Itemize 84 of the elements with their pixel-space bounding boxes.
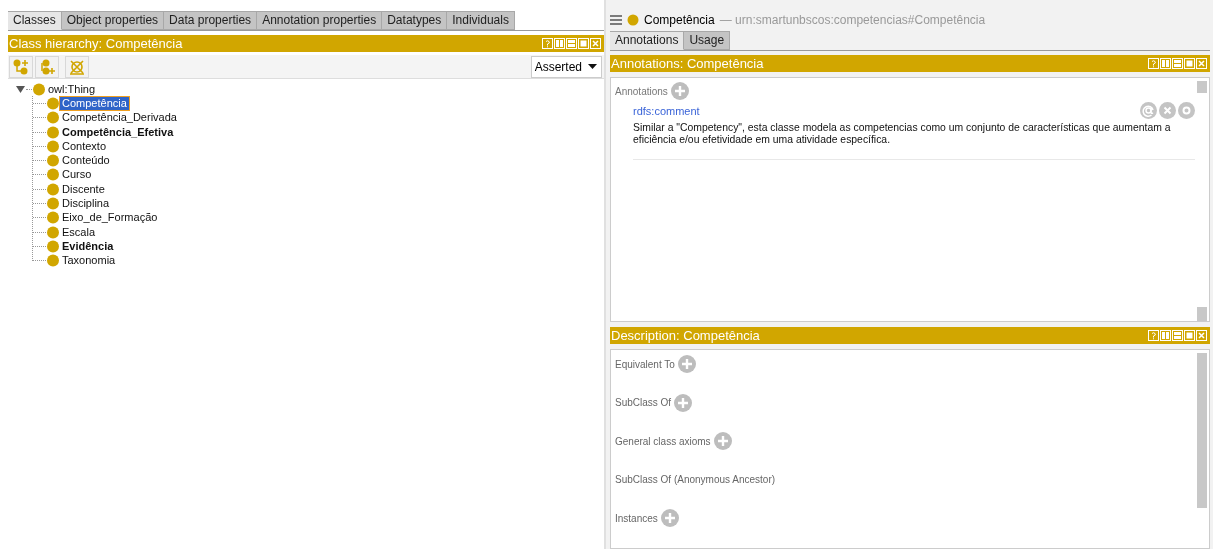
tree-item[interactable]: Taxonomia	[60, 254, 118, 268]
class-icon	[46, 197, 60, 210]
tab[interactable]: Object properties	[61, 11, 165, 30]
close-icon[interactable]	[1196, 58, 1207, 69]
tree-item[interactable]: Contexto	[60, 139, 109, 153]
split-vertical-icon[interactable]	[1160, 58, 1171, 69]
hierarchy-mode-dropdown[interactable]: Asserted	[530, 55, 602, 78]
tree-item[interactable]: Disciplina	[60, 197, 112, 210]
class-icon	[627, 14, 639, 26]
class-icon	[46, 111, 60, 125]
add-sibling-button[interactable]	[35, 55, 59, 78]
scrollbar-thumb[interactable]	[1197, 81, 1207, 93]
annotation-text: Similar a "Competency", esta classe modela as competencias como um conjunto de características que aumentam a eficiência e/ou efetividade em uma atividade específica.	[633, 122, 1172, 146]
help-icon[interactable]	[1148, 330, 1159, 341]
help-icon[interactable]	[1148, 58, 1159, 69]
split-vertical-icon[interactable]	[554, 38, 565, 49]
tree-item[interactable]: Eixo_de_Formação	[60, 211, 160, 225]
entity-iri: — urn:smartunbscos:competencias#Competência	[719, 13, 986, 27]
section-label: Equivalent To	[615, 358, 675, 370]
section-label: Instances	[615, 512, 658, 524]
expanded-arrow-icon[interactable]	[16, 85, 26, 94]
split-vertical-icon[interactable]	[1160, 330, 1171, 341]
tree-item[interactable]: Escala	[60, 225, 98, 239]
class-icon	[46, 182, 60, 196]
add-sibling-icon	[38, 57, 56, 76]
class-icon	[46, 139, 60, 153]
class-icon	[32, 82, 46, 96]
annotate-icon[interactable]	[1140, 102, 1157, 119]
maximize-icon[interactable]	[578, 38, 589, 49]
delete-class-button[interactable]	[65, 55, 89, 78]
tree-item[interactable]: Evidência	[60, 239, 116, 253]
tree-item[interactable]: Curso	[60, 168, 94, 182]
split-horizontal-icon[interactable]	[1172, 330, 1183, 341]
scrollbar-thumb[interactable]	[1197, 307, 1207, 321]
view-title: Annotations: Competência	[611, 56, 765, 71]
class-icon	[46, 154, 60, 168]
maximize-icon[interactable]	[1184, 330, 1195, 341]
tree-item[interactable]: Competência_Derivada	[60, 111, 179, 125]
view-title: Description: Competência	[611, 328, 761, 343]
add-subclass-button[interactable]	[9, 55, 33, 78]
close-icon[interactable]	[1196, 330, 1207, 341]
scrollbar-thumb[interactable]	[1197, 353, 1207, 508]
add-subclass-icon	[12, 57, 30, 76]
add-icon[interactable]	[677, 355, 696, 373]
class-icon	[46, 254, 60, 268]
tree-item[interactable]: owl:Thing	[46, 82, 98, 96]
tab[interactable]: Usage	[684, 31, 731, 50]
tree-item[interactable]: Discente	[60, 182, 107, 196]
section-label: SubClass Of (Anonymous Ancestor)	[615, 474, 776, 485]
tab[interactable]: Annotation properties	[257, 11, 383, 30]
close-icon[interactable]	[590, 38, 601, 49]
class-icon	[46, 211, 60, 225]
tree-item[interactable]: Competência	[60, 96, 129, 110]
help-icon[interactable]	[542, 38, 553, 49]
tab[interactable]: Classes	[8, 11, 62, 30]
add-icon[interactable]	[713, 432, 732, 450]
delete-icon[interactable]	[1159, 102, 1176, 119]
tab[interactable]: Datatypes	[382, 11, 448, 30]
details-icon[interactable]	[1178, 102, 1195, 119]
tab[interactable]: Individuals	[447, 11, 515, 30]
add-icon[interactable]	[660, 509, 679, 527]
class-icon	[46, 239, 60, 253]
tab[interactable]: Annotations	[610, 31, 685, 50]
add-icon[interactable]	[670, 82, 689, 100]
delete-class-icon	[68, 57, 86, 76]
tree-item[interactable]: Conteúdo	[60, 154, 112, 168]
add-icon[interactable]	[674, 393, 693, 412]
annotation-property-link[interactable]: rdfs:comment	[633, 104, 700, 117]
maximize-icon[interactable]	[1184, 58, 1195, 69]
class-icon	[46, 168, 60, 182]
section-label: SubClass Of	[615, 397, 672, 408]
split-horizontal-icon[interactable]	[1172, 58, 1183, 69]
class-icon	[46, 125, 60, 139]
section-label: General class axioms	[615, 435, 711, 447]
section-label: Annotations	[615, 85, 668, 97]
split-horizontal-icon[interactable]	[566, 38, 577, 49]
entity-name: Competência	[644, 13, 715, 27]
view-title: Class hierarchy: Competência	[9, 36, 184, 51]
menu-icon[interactable]	[610, 15, 622, 25]
tab[interactable]: Data properties	[164, 11, 258, 30]
class-icon	[46, 225, 60, 239]
tree-item[interactable]: Competência_Efetiva	[60, 125, 176, 139]
caret-icon	[588, 64, 597, 69]
class-icon	[46, 96, 60, 110]
